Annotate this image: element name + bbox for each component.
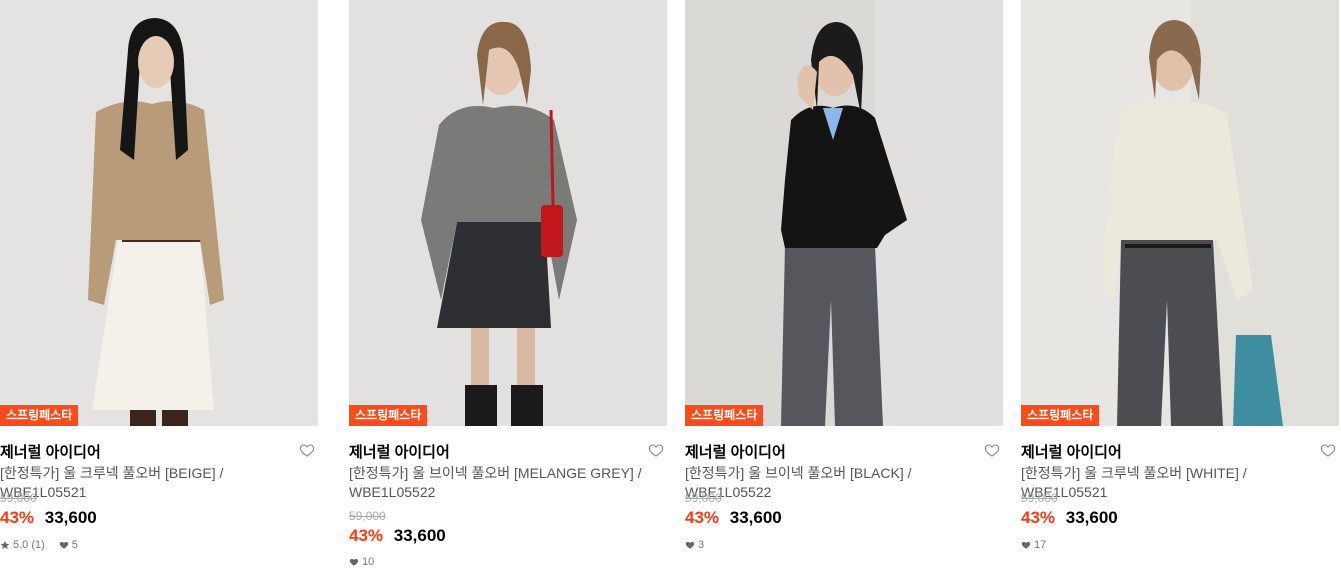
original-price: 59,000 (1021, 491, 1058, 505)
heart-outline-icon[interactable] (299, 442, 315, 458)
heart-outline-icon[interactable] (1320, 442, 1336, 458)
product-meta: 10 (349, 556, 374, 568)
product-meta: 5.0 (1) 5 (0, 539, 78, 551)
like-count: 3 (698, 539, 705, 551)
product-title[interactable]: [한정특가] 울 브이넥 풀오버 [BLACK] / WBE1L05522 (685, 464, 985, 502)
brand-name[interactable]: 제너럴 아이디어 (0, 441, 101, 462)
heart-filled-icon (1021, 540, 1031, 550)
heart-filled-icon (685, 540, 695, 550)
product-card[interactable]: 스프링페스타 제너럴 아이디어 [한정특가] 울 브이넥 풀오버 [BLACK]… (685, 0, 1003, 564)
heart-filled-icon (59, 540, 69, 550)
rating-value: 5.0 (1) (13, 539, 45, 551)
like-count: 10 (362, 556, 375, 568)
discount-rate: 43% (0, 508, 35, 527)
brand-name[interactable]: 제너럴 아이디어 (349, 441, 450, 462)
original-price: 59,000 (349, 509, 386, 523)
sale-price: 33,600 (729, 508, 782, 527)
like-count: 5 (71, 539, 78, 551)
promo-badge: 스프링페스타 (0, 405, 79, 426)
product-image[interactable]: 스프링페스타 (685, 0, 1003, 426)
product-card[interactable]: 스프링페스타 제너럴 아이디어 [한정특가] 울 크루넥 풀오버 [BEIGE]… (0, 0, 318, 564)
like-count: 17 (1034, 539, 1047, 551)
sale-price: 33,600 (1065, 508, 1118, 527)
original-price: 59,000 (685, 491, 722, 505)
product-title[interactable]: [한정특가] 울 크루넥 풀오버 [WHITE] / WBE1L05521 (1021, 464, 1321, 502)
product-meta: 3 (685, 539, 704, 551)
discount-rate: 43% (685, 508, 720, 527)
product-image[interactable]: 스프링페스타 (349, 0, 667, 426)
discount-rate: 43% (349, 526, 384, 545)
brand-name[interactable]: 제너럴 아이디어 (685, 441, 786, 462)
product-title[interactable]: [한정특가] 울 브이넥 풀오버 [MELANGE GREY] / WBE1L0… (349, 464, 649, 502)
product-image[interactable]: 스프링페스타 (0, 0, 318, 426)
heart-outline-icon[interactable] (648, 442, 664, 458)
price-line: 43% 33,600 (0, 508, 97, 528)
original-price: 59,000 (0, 491, 37, 505)
star-icon (0, 540, 10, 550)
product-image[interactable]: 스프링페스타 (1021, 0, 1339, 426)
heart-outline-icon[interactable] (984, 442, 1000, 458)
heart-filled-icon (349, 557, 359, 567)
price-line: 43% 33,600 (1021, 508, 1118, 528)
sale-price: 33,600 (393, 526, 446, 545)
discount-rate: 43% (1021, 508, 1056, 527)
promo-badge: 스프링페스타 (349, 405, 428, 426)
sale-price: 33,600 (44, 508, 97, 527)
product-card[interactable]: 스프링페스타 제너럴 아이디어 [한정특가] 울 브이넥 풀오버 [MELANG… (349, 0, 667, 568)
price-line: 43% 33,600 (349, 526, 446, 546)
product-meta: 17 (1021, 539, 1046, 551)
brand-name[interactable]: 제너럴 아이디어 (1021, 441, 1122, 462)
price-line: 43% 33,600 (685, 508, 782, 528)
product-title[interactable]: [한정특가] 울 크루넥 풀오버 [BEIGE] / WBE1L05521 (0, 464, 300, 502)
promo-badge: 스프링페스타 (1021, 405, 1100, 426)
promo-badge: 스프링페스타 (685, 405, 764, 426)
product-card[interactable]: 스프링페스타 제너럴 아이디어 [한정특가] 울 크루넥 풀오버 [WHITE]… (1021, 0, 1339, 564)
